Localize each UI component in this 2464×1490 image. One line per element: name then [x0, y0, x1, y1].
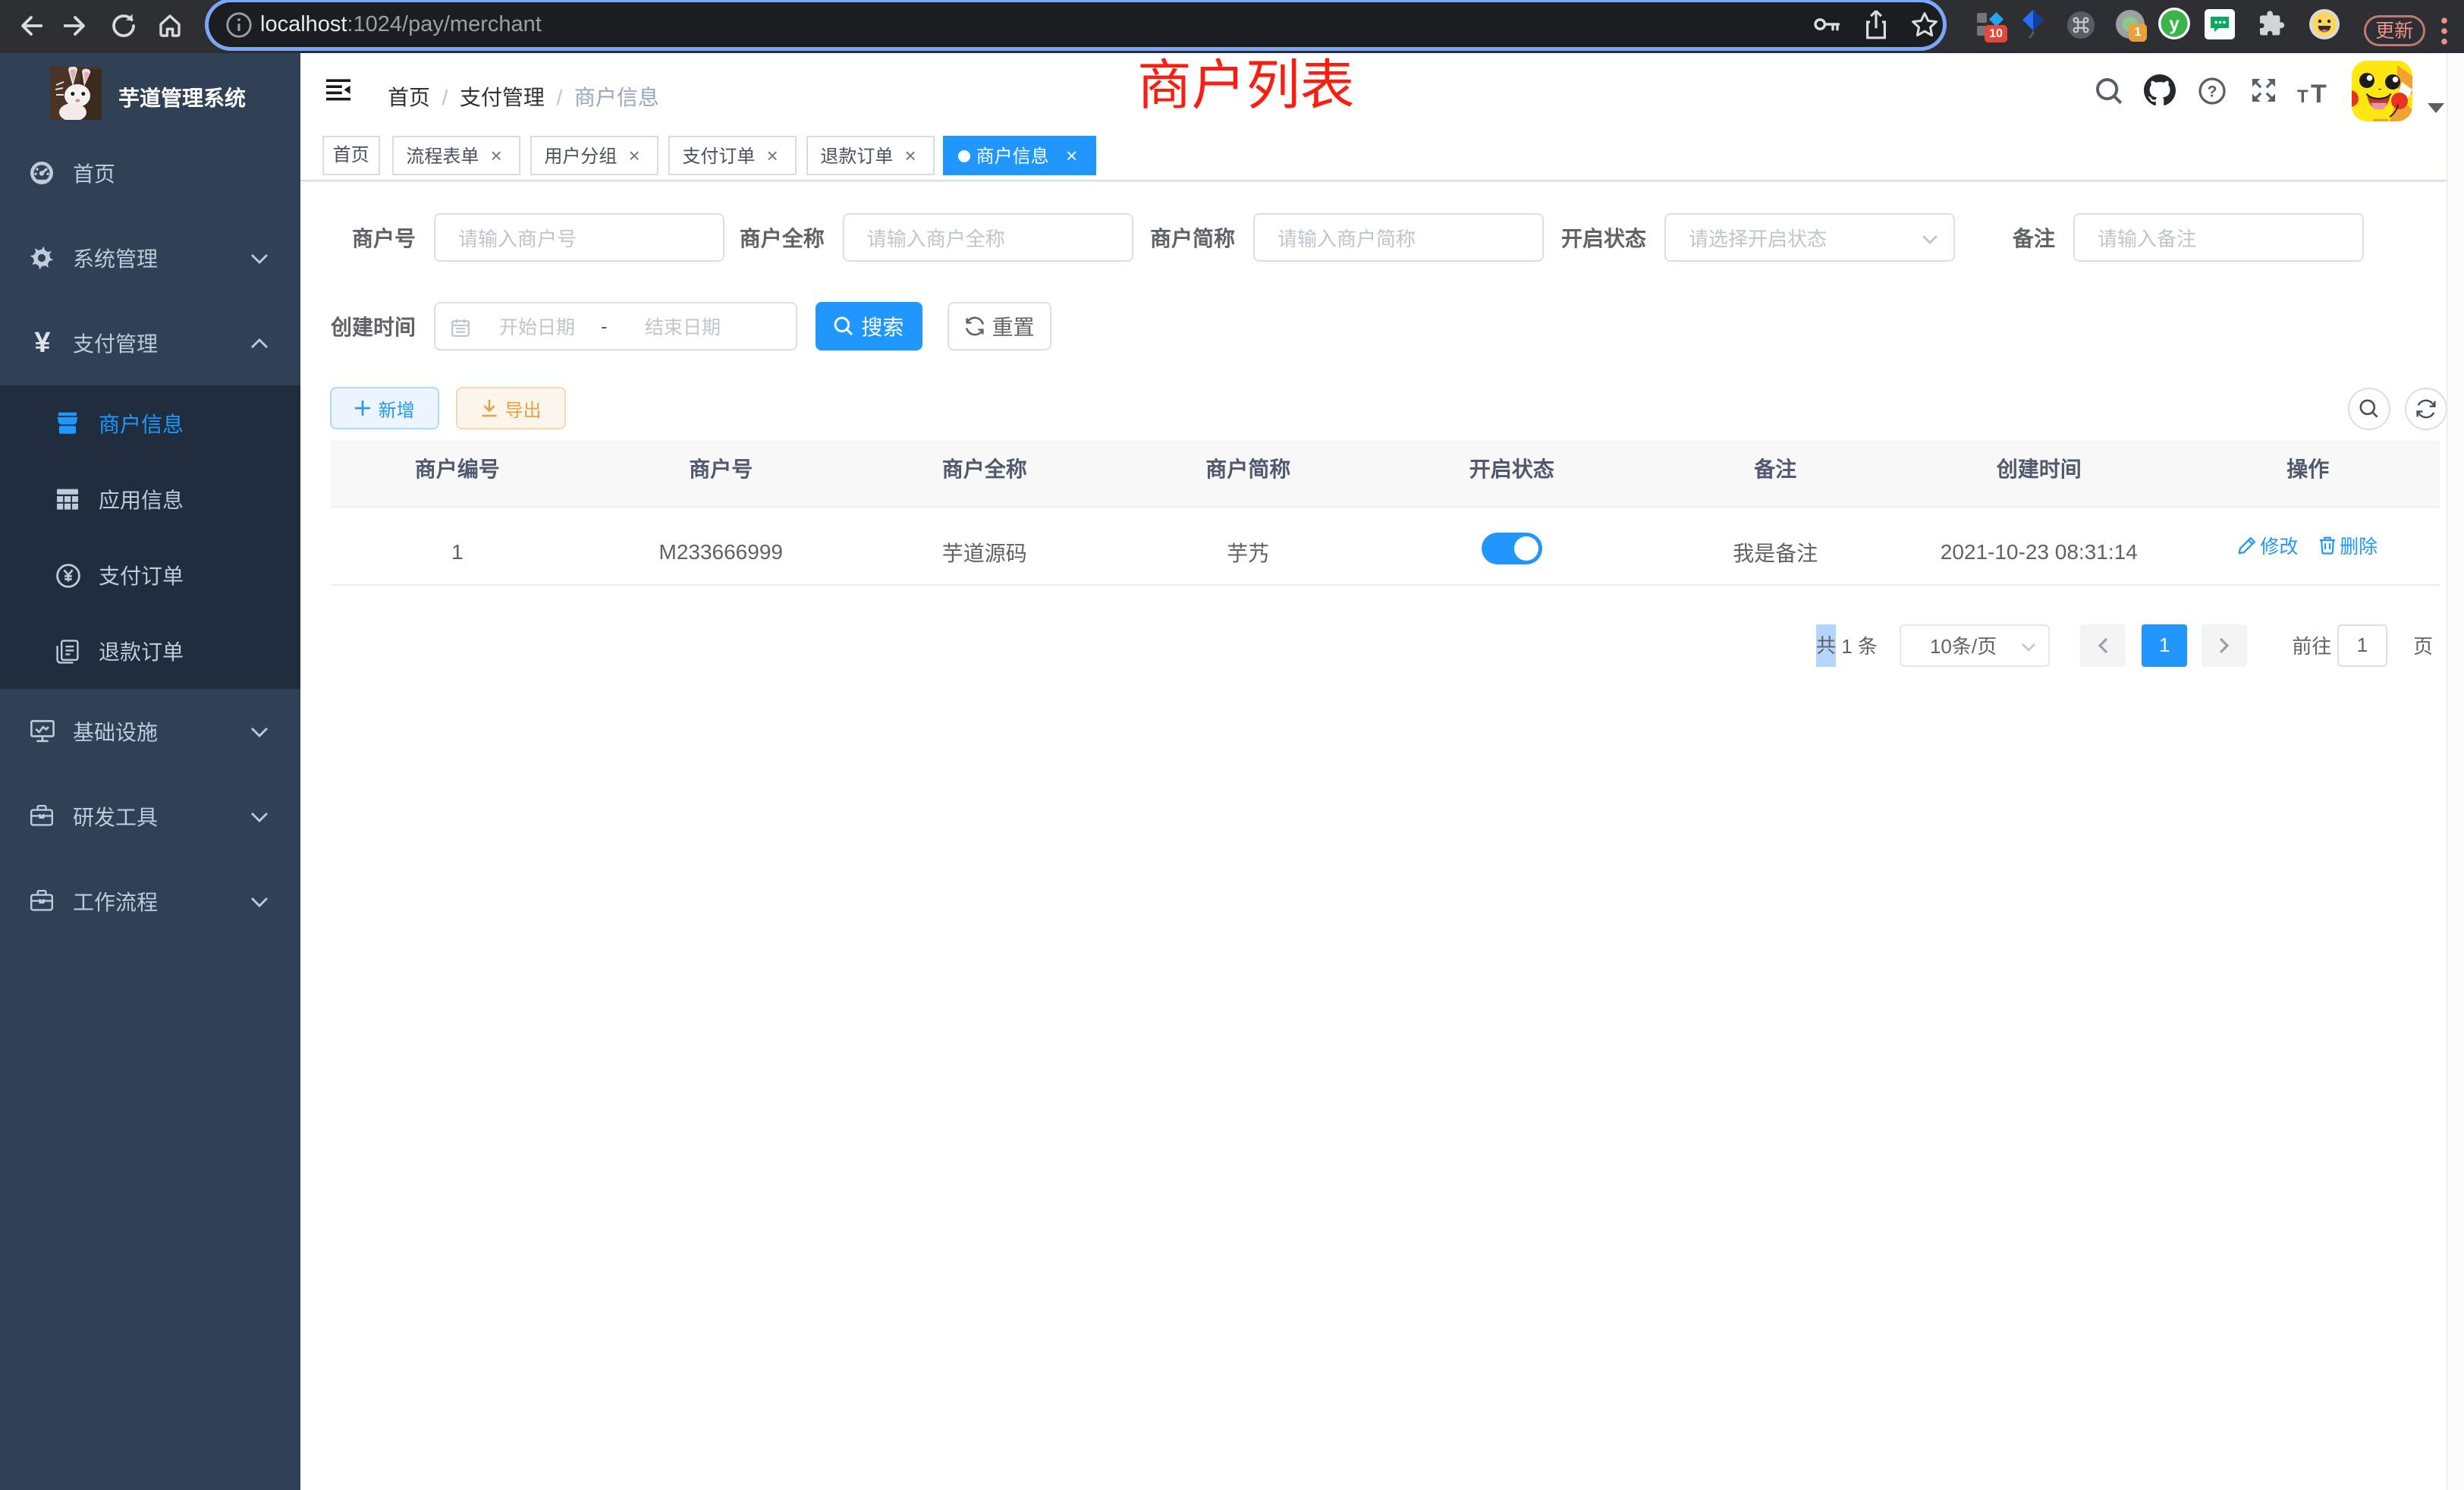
svg-text:T: T — [2311, 80, 2327, 104]
svg-text:?: ? — [2208, 83, 2217, 101]
svg-text:y: y — [2169, 14, 2180, 35]
svg-text:¥: ¥ — [34, 328, 50, 356]
svg-text:T: T — [2297, 86, 2308, 104]
